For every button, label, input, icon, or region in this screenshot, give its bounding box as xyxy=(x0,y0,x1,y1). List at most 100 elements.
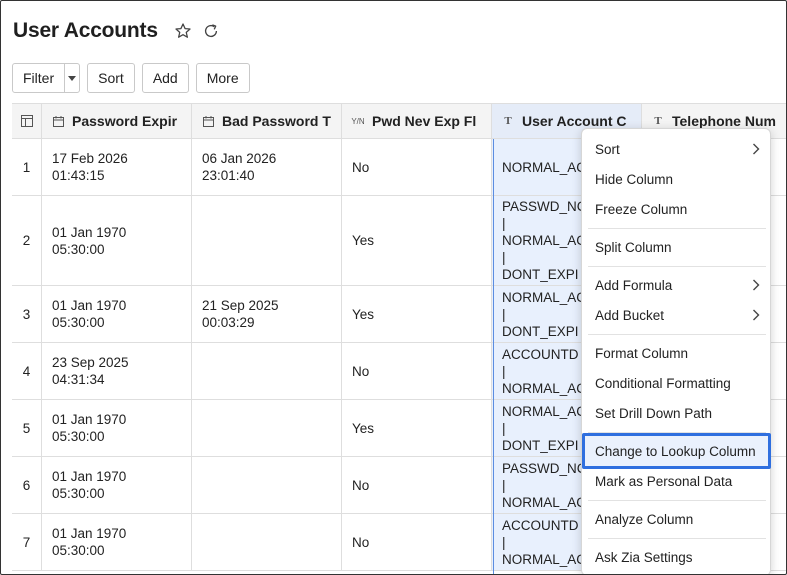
refresh-icon[interactable] xyxy=(202,22,220,40)
column-header-bad-password-time[interactable]: Bad Password T xyxy=(192,104,342,138)
row-number[interactable]: 5 xyxy=(12,400,42,456)
cell-line: | xyxy=(502,477,506,493)
cell-line: 00:03:29 xyxy=(202,315,255,330)
row-number[interactable]: 1 xyxy=(12,139,42,195)
cell-pwd-never-expires[interactable]: No xyxy=(342,139,492,195)
cell-line: 23 Sep 2025 xyxy=(52,355,129,370)
sort-button[interactable]: Sort xyxy=(87,63,135,93)
filter-button[interactable]: Filter xyxy=(13,64,66,92)
cell-line: | xyxy=(502,420,506,436)
cell-line: | xyxy=(502,534,506,550)
cell-pwd-never-expires[interactable]: Yes xyxy=(342,286,492,342)
menu-item-set-drill-down-path[interactable]: Set Drill Down Path xyxy=(582,398,772,428)
cell-line: NORMAL_AC xyxy=(502,403,587,419)
cell-bad-password-time[interactable] xyxy=(192,400,342,456)
cell-pwd-never-expires[interactable]: No xyxy=(342,514,492,570)
cell-pwd-never-expires[interactable]: No xyxy=(342,343,492,399)
cell-pwd-never-expires[interactable]: No xyxy=(342,457,492,513)
menu-separator xyxy=(588,538,766,539)
cell-pwd-never-expires[interactable]: Yes xyxy=(342,196,492,285)
row-number[interactable]: 3 xyxy=(12,286,42,342)
menu-item-sort[interactable]: Sort xyxy=(582,134,772,164)
column-header-pwd-never-expires[interactable]: Y/N Pwd Nev Exp Fl xyxy=(342,104,492,138)
menu-item-mark-as-personal-data[interactable]: Mark as Personal Data xyxy=(582,466,772,496)
chevron-right-icon xyxy=(752,308,760,322)
menu-item-ask-zia-settings[interactable]: Ask Zia Settings xyxy=(582,542,772,572)
cell-line: 23:01:40 xyxy=(202,168,255,183)
menu-item-label: Mark as Personal Data xyxy=(595,473,733,489)
cell-line: NORMAL_AC xyxy=(502,233,587,248)
menu-item-label: Format Column xyxy=(595,345,689,361)
row-number[interactable]: 7 xyxy=(12,514,42,570)
cell-bad-password-time[interactable] xyxy=(192,343,342,399)
cell-line: 05:30:00 xyxy=(52,241,105,257)
cell-line: PASSWD_NC xyxy=(502,460,587,476)
cell-password-expiry[interactable]: 01 Jan 1970 05:30:00 xyxy=(42,400,192,456)
menu-item-label: Freeze Column xyxy=(595,201,688,217)
cell-line: PASSWD_NC xyxy=(502,199,587,214)
text-type-icon: T xyxy=(654,114,662,127)
cell-line: 06 Jan 2026 xyxy=(202,151,277,166)
row-number[interactable]: 2 xyxy=(12,196,42,285)
column-settings-icon[interactable] xyxy=(12,104,42,138)
menu-item-label: Add Formula xyxy=(595,277,673,293)
menu-item-label: Set Drill Down Path xyxy=(595,405,713,421)
cell-password-expiry[interactable]: 01 Jan 1970 05:30:00 xyxy=(42,457,192,513)
cell-line: DONT_EXPI xyxy=(502,323,579,339)
cell-line: 05:30:00 xyxy=(52,543,105,558)
caret-down-icon xyxy=(68,75,77,81)
cell-pwd-never-expires[interactable]: Yes xyxy=(342,400,492,456)
cell-bad-password-time[interactable]: 06 Jan 2026 23:01:40 xyxy=(192,139,342,195)
chevron-right-icon xyxy=(752,278,760,292)
menu-item-label: Ask Zia Settings xyxy=(595,549,693,565)
menu-item-label: Split Column xyxy=(595,239,672,255)
filter-dropdown-toggle[interactable] xyxy=(65,64,79,92)
cell-password-expiry[interactable]: 17 Feb 2026 01:43:15 xyxy=(42,139,192,195)
cell-line: NORMAL_AC xyxy=(502,289,587,305)
cell-line: 01 Jan 1970 xyxy=(52,469,127,484)
filter-split-button: Filter xyxy=(12,63,81,93)
menu-item-format-column[interactable]: Format Column xyxy=(582,338,772,368)
cell-line: DONT_EXPI xyxy=(502,437,579,453)
menu-item-change-to-lookup-column[interactable]: Change to Lookup Column xyxy=(582,433,771,469)
menu-item-label: Change to Lookup Column xyxy=(595,443,756,459)
cell-bad-password-time[interactable] xyxy=(192,196,342,285)
date-icon xyxy=(202,115,214,127)
menu-item-label: Hide Column xyxy=(595,171,674,187)
cell-password-expiry[interactable]: 01 Jan 1970 05:30:00 xyxy=(42,514,192,570)
star-icon[interactable] xyxy=(174,22,192,40)
menu-item-label: Add Bucket xyxy=(595,307,665,323)
row-number[interactable]: 4 xyxy=(12,343,42,399)
boolean-type-icon: Y/N xyxy=(351,116,365,126)
cell-password-expiry[interactable]: 01 Jan 1970 05:30:00 xyxy=(42,286,192,342)
menu-item-split-column[interactable]: Split Column xyxy=(582,232,772,262)
menu-item-analyze-column[interactable]: Analyze Column xyxy=(582,504,772,534)
cell-line: 01 Jan 1970 xyxy=(52,412,127,427)
menu-item-add-formula[interactable]: Add Formula xyxy=(582,270,772,300)
cell-line: NORMAL_AC xyxy=(502,551,587,567)
cell-password-expiry[interactable]: 23 Sep 2025 04:31:34 xyxy=(42,343,192,399)
add-button[interactable]: Add xyxy=(141,63,189,93)
cell-line: NORMAL_AC xyxy=(502,494,587,510)
menu-item-hide-column[interactable]: Hide Column xyxy=(582,164,772,194)
menu-item-freeze-column[interactable]: Freeze Column xyxy=(582,194,772,224)
column-header-password-expiry[interactable]: Password Expir xyxy=(42,104,192,138)
cell-line: | xyxy=(502,250,506,265)
date-icon xyxy=(52,115,64,127)
column-context-menu: Sort Hide Column Freeze Column Split Column… xyxy=(581,128,772,574)
more-button[interactable]: More xyxy=(195,63,250,93)
toolbar: Filter Sort Add More xyxy=(12,63,250,93)
row-number[interactable]: 6 xyxy=(12,457,42,513)
menu-item-add-bucket[interactable]: Add Bucket xyxy=(582,300,772,330)
cell-line: | xyxy=(502,306,506,322)
menu-separator xyxy=(588,432,766,433)
cell-line: 01:43:15 xyxy=(52,168,105,183)
cell-bad-password-time[interactable] xyxy=(192,514,342,570)
cell-line: 21 Sep 2025 xyxy=(202,298,279,313)
cell-bad-password-time[interactable] xyxy=(192,457,342,513)
menu-item-conditional-formatting[interactable]: Conditional Formatting xyxy=(582,368,772,398)
cell-bad-password-time[interactable]: 21 Sep 2025 00:03:29 xyxy=(192,286,342,342)
menu-separator xyxy=(588,266,766,267)
cell-password-expiry[interactable]: 01 Jan 1970 05:30:00 xyxy=(42,196,192,285)
cell-line: 01 Jan 1970 xyxy=(52,526,127,541)
